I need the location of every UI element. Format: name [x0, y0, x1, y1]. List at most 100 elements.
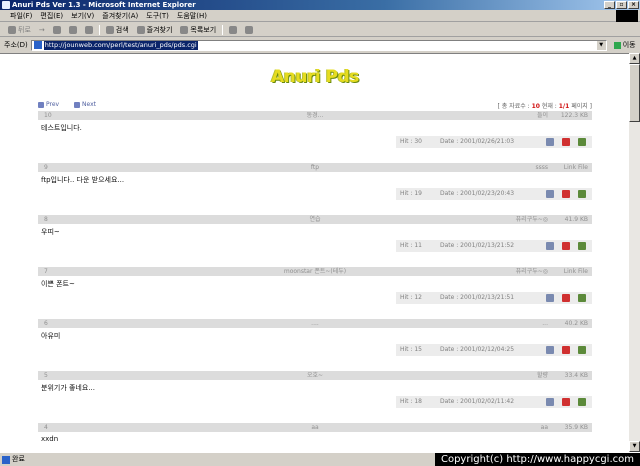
post-author[interactable]: ssss	[535, 163, 548, 172]
post-actions	[546, 398, 586, 406]
reply-icon[interactable]	[546, 294, 554, 302]
post-date: Date : 2001/02/13/21:52	[440, 242, 515, 249]
file-size: 40.2 KB	[564, 320, 588, 327]
toolbar: 뒤로 → 검색 즐겨찾기 목록보기	[0, 23, 640, 37]
post-title[interactable]: 동경...	[38, 111, 592, 120]
forward-button[interactable]: →	[37, 26, 47, 34]
post-author[interactable]: 퓨리구두~◎	[516, 267, 548, 276]
menu-edit[interactable]: 편집(E)	[36, 11, 67, 21]
delete-icon[interactable]	[562, 346, 570, 354]
post-body: ftp입니다.. 다운 받으세요...	[41, 176, 125, 184]
scroll-down-icon[interactable]: ▼	[629, 441, 640, 452]
print-button[interactable]	[243, 25, 255, 34]
delete-icon[interactable]	[562, 138, 570, 146]
status-bar: 완료 Copyright(c) http://www.happycgi.com	[0, 452, 640, 466]
next-link[interactable]: Next	[74, 101, 96, 108]
file-size: 41.9 KB	[564, 216, 588, 223]
scroll-thumb[interactable]	[629, 64, 640, 122]
post-author[interactable]: ...	[542, 319, 548, 328]
download-icon[interactable]	[578, 138, 586, 146]
post-header: 9 ftp ssss Link File	[38, 163, 592, 172]
back-arrow-icon	[8, 25, 16, 34]
post-title[interactable]: ftp	[38, 163, 592, 172]
refresh-icon	[68, 25, 77, 34]
mail-button[interactable]	[227, 25, 239, 34]
menu-favorites[interactable]: 즐겨찾기(A)	[98, 11, 142, 21]
post-title[interactable]: 오호~	[38, 371, 592, 380]
address-dropdown-icon[interactable]: ▼	[596, 40, 606, 50]
reply-icon[interactable]	[546, 138, 554, 146]
post-title[interactable]: moonstar 폰트~(테두)	[38, 267, 592, 276]
post-date: Date : 2001/02/02/11:42	[440, 398, 515, 405]
home-button[interactable]	[83, 25, 95, 34]
download-icon[interactable]	[578, 242, 586, 250]
menu-file[interactable]: 파일(F)	[6, 11, 36, 21]
post-body: xxdn	[41, 435, 59, 443]
site-logo: Anuri Pds	[271, 67, 359, 87]
post-footer: Hit : 15 Date : 2001/02/12/04:25	[396, 344, 592, 356]
history-button[interactable]: 목록보기	[178, 25, 218, 35]
file-size: 33.4 KB	[564, 372, 588, 379]
menu-help[interactable]: 도움말(H)	[173, 11, 211, 21]
address-url[interactable]: http://jounweb.com/perl/test/anuri_pds/p…	[43, 40, 198, 50]
post-author[interactable]: aa	[541, 423, 548, 432]
pagination-row: Prev Next [ 총 자료수 : 10 현재 : 1/1 페이지 ]	[38, 101, 592, 110]
vertical-scrollbar[interactable]: ▲ ▼	[629, 53, 640, 452]
link-icon[interactable]	[578, 190, 586, 198]
reply-icon[interactable]	[546, 398, 554, 406]
next-arrow-icon	[74, 101, 80, 108]
hit-count: Hit : 18	[400, 398, 423, 405]
stop-button[interactable]	[51, 25, 63, 34]
history-icon	[180, 25, 189, 34]
windows-logo-icon	[616, 10, 638, 22]
delete-icon[interactable]	[562, 242, 570, 250]
reply-icon[interactable]	[546, 190, 554, 198]
post-header: 8 연습 퓨리구두~◎ 41.9 KB	[38, 215, 592, 224]
menu-tools[interactable]: 도구(T)	[142, 11, 173, 21]
reply-icon[interactable]	[546, 242, 554, 250]
menu-bar: 파일(F) 편집(E) 보기(V) 즐겨찾기(A) 도구(T) 도움말(H)	[0, 10, 640, 22]
address-input[interactable]: http://jounweb.com/perl/test/anuri_pds/p…	[30, 39, 607, 51]
hit-count: Hit : 15	[400, 346, 423, 353]
post-date: Date : 2001/02/12/04:25	[440, 346, 515, 353]
download-icon[interactable]	[578, 346, 586, 354]
post-author[interactable]: 할량	[537, 371, 548, 380]
record-count: [ 총 자료수 : 10 현재 : 1/1 페이지 ]	[497, 103, 593, 110]
hit-count: Hit : 30	[400, 138, 423, 145]
delete-icon[interactable]	[562, 398, 570, 406]
post-footer: Hit : 19 Date : 2001/02/23/20:43	[396, 188, 592, 200]
status-text: 완료	[12, 455, 25, 463]
delete-icon[interactable]	[562, 294, 570, 302]
post-date: Date : 2001/02/26/21:03	[440, 138, 515, 145]
search-icon	[105, 25, 114, 34]
post-title[interactable]: ....	[38, 319, 592, 328]
refresh-button[interactable]	[67, 25, 79, 34]
back-button[interactable]: 뒤로	[6, 25, 33, 35]
close-button[interactable]: ×	[628, 1, 639, 9]
minimize-button[interactable]: _	[604, 1, 615, 9]
maximize-button[interactable]: ▫	[616, 1, 627, 9]
hit-count: Hit : 12	[400, 294, 423, 301]
scroll-up-icon[interactable]: ▲	[629, 53, 640, 64]
favorites-button[interactable]: 즐겨찾기	[135, 25, 175, 35]
file-size: Link File	[563, 268, 588, 275]
search-button[interactable]: 검색	[104, 25, 131, 35]
delete-icon[interactable]	[562, 190, 570, 198]
page-done-icon	[2, 456, 10, 464]
prev-link[interactable]: Prev	[38, 101, 59, 108]
menu-view[interactable]: 보기(V)	[67, 11, 98, 21]
post-item: 6 .... ... 40.2 KB 아유미 Hit : 15 Date : 2…	[38, 319, 592, 367]
post-author[interactable]: 퓨리구두~◎	[516, 215, 548, 224]
post-actions	[546, 138, 586, 146]
post-item: 5 오호~ 할량 33.4 KB 분위기가 좋네요... Hit : 18 Da…	[38, 371, 592, 419]
favorites-icon	[136, 25, 145, 34]
link-icon[interactable]	[578, 294, 586, 302]
post-title[interactable]: aa	[38, 423, 592, 432]
post-author[interactable]: 들이	[537, 111, 548, 120]
download-icon[interactable]	[578, 398, 586, 406]
file-size: 122.3 KB	[560, 112, 588, 119]
post-item: 9 ftp ssss Link File ftp입니다.. 다운 받으세요...…	[38, 163, 592, 211]
reply-icon[interactable]	[546, 346, 554, 354]
post-title[interactable]: 연습	[38, 215, 592, 224]
go-button[interactable]: 이동	[613, 40, 636, 50]
